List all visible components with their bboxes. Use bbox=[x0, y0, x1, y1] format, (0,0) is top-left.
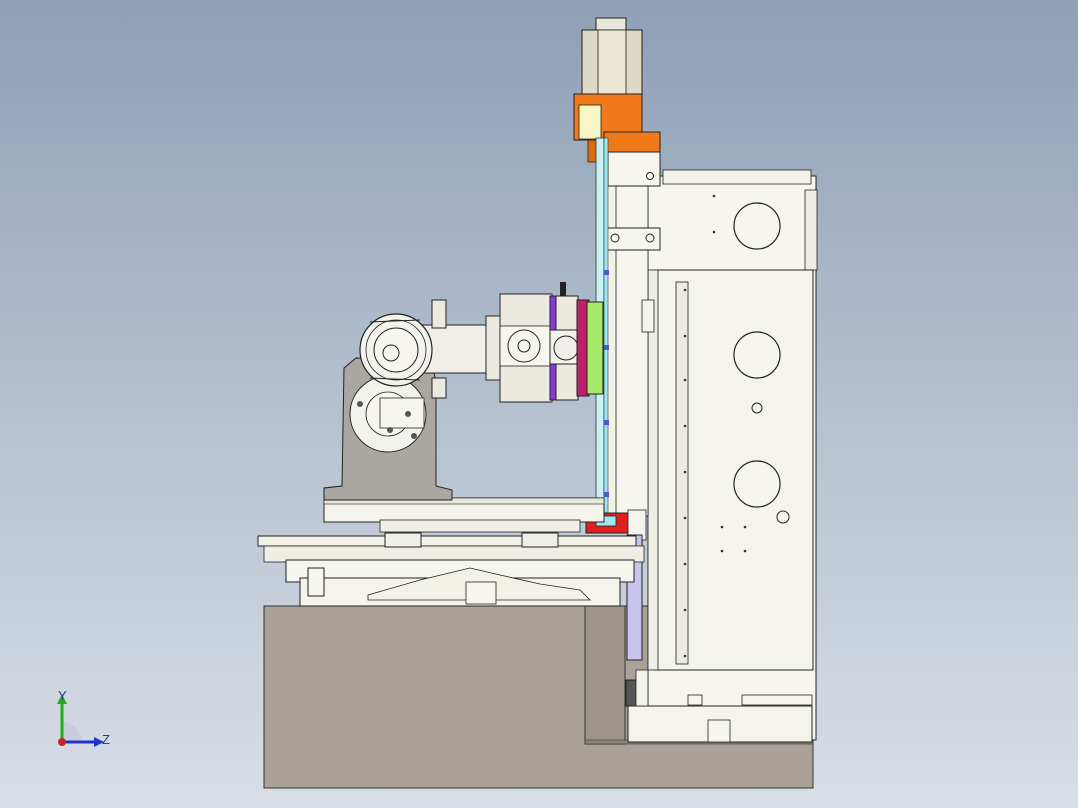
gripper-head bbox=[499, 282, 604, 403]
y-axis-label: Y bbox=[58, 688, 67, 703]
cad-viewport[interactable]: Y Z bbox=[0, 0, 1078, 808]
z-axis-label: Z bbox=[102, 732, 110, 747]
machine-table bbox=[257, 497, 645, 607]
spindle-motor bbox=[573, 17, 661, 163]
coordinate-triad: Y Z bbox=[40, 680, 130, 760]
machine-model-drawing[interactable] bbox=[0, 0, 1078, 808]
